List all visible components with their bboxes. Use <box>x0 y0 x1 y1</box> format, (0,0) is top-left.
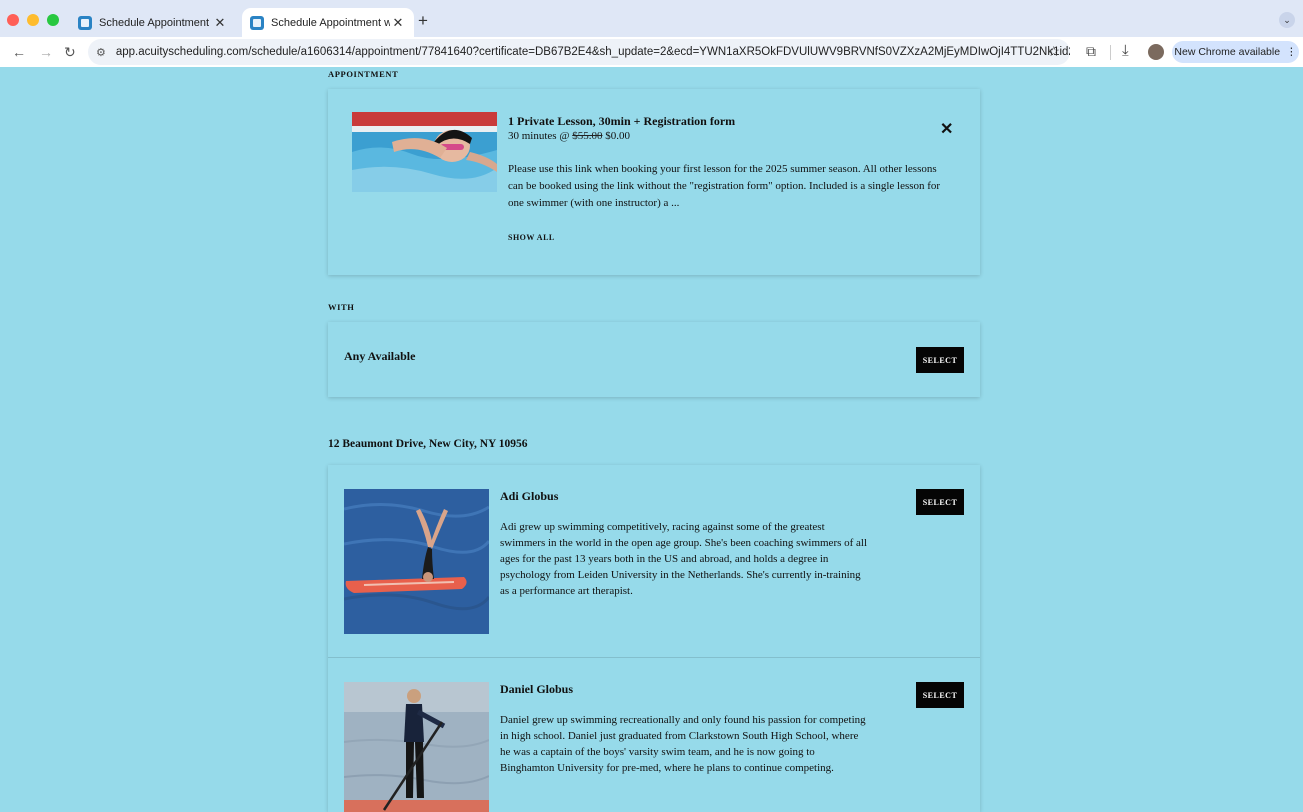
tab-search-chevron-icon[interactable]: ⌄ <box>1279 12 1295 28</box>
staff-list-card: Adi Globus Adi grew up swimming competit… <box>328 465 980 812</box>
select-adi-globus-button[interactable]: SELECT <box>916 489 964 515</box>
price: $0.00 <box>605 130 630 142</box>
acuity-favicon-icon <box>250 15 264 30</box>
acuity-favicon-icon <box>78 15 92 30</box>
reload-icon[interactable]: ↻ <box>64 43 76 61</box>
show-all-link[interactable]: SHOW ALL <box>508 233 555 242</box>
maximize-window-button[interactable] <box>47 14 59 26</box>
select-any-available-button[interactable]: SELECT <box>916 347 964 373</box>
address-bar[interactable]: ⚙ app.acuityscheduling.com/schedule/a160… <box>88 39 1070 65</box>
appointment-description: Please use this link when booking your f… <box>508 163 941 209</box>
close-window-button[interactable] <box>7 14 19 26</box>
close-tab-icon[interactable]: ✕ <box>390 15 406 31</box>
location-heading: 12 Beaumont Drive, New City, NY 10956 <box>328 438 528 450</box>
any-available-card[interactable]: Any Available SELECT <box>328 322 980 397</box>
with-section-label: WITH <box>328 302 355 312</box>
appointment-duration: 30 minutes @ $55.00 $0.00 <box>508 130 630 142</box>
duration-text: 30 minutes @ <box>508 130 570 142</box>
daniel-globus-photo <box>344 682 489 812</box>
browser-tab-bar: Schedule Appointment with S ✕ Schedule A… <box>0 0 1303 37</box>
site-info-icon[interactable]: ⚙ <box>96 46 106 59</box>
browser-tab-2[interactable]: Schedule Appointment with S ✕ <box>242 8 414 37</box>
swimmer-photo <box>352 112 497 192</box>
extensions-puzzle-icon[interactable]: ⧉ <box>1086 43 1096 60</box>
more-menu-icon: ⋮ <box>1286 46 1297 58</box>
old-price: $55.00 <box>572 130 603 142</box>
forward-arrow-icon[interactable]: → <box>39 43 53 61</box>
select-daniel-globus-button[interactable]: SELECT <box>916 682 964 708</box>
staff-bio: Adi grew up swimming competitively, raci… <box>500 521 868 597</box>
update-label: New Chrome available <box>1174 46 1281 58</box>
appointment-title: 1 Private Lesson, 30min + Registration f… <box>508 114 736 128</box>
staff-divider <box>328 657 980 658</box>
close-tab-icon[interactable]: ✕ <box>212 15 228 31</box>
appointment-section-label: APPOINTMENT <box>328 69 399 79</box>
profile-avatar[interactable] <box>1148 44 1164 60</box>
staff-name: Adi Globus <box>500 489 559 503</box>
tab-title: Schedule Appointment with S <box>99 16 212 29</box>
staff-bio: Daniel grew up swimming recreationally a… <box>500 714 866 774</box>
browser-tab-1[interactable]: Schedule Appointment with S ✕ <box>70 8 236 37</box>
toolbar-divider <box>1110 45 1111 60</box>
url-text: app.acuityscheduling.com/schedule/a16063… <box>115 46 1070 58</box>
chrome-update-button[interactable]: New Chrome available ⋮ <box>1172 41 1299 63</box>
bookmark-star-icon[interactable]: ☆ <box>1047 43 1060 60</box>
tab-title: Schedule Appointment with S <box>271 16 390 29</box>
any-available-label: Any Available <box>344 349 416 363</box>
appointment-card: 1 Private Lesson, 30min + Registration f… <box>328 89 980 275</box>
browser-toolbar: ← → ↻ ⚙ app.acuityscheduling.com/schedul… <box>0 37 1303 67</box>
adi-globus-photo <box>344 489 489 634</box>
back-arrow-icon[interactable]: ← <box>12 43 26 61</box>
minimize-window-button[interactable] <box>27 14 39 26</box>
download-icon[interactable]: ⤓ <box>1122 42 1129 59</box>
new-tab-button[interactable]: + <box>418 11 428 31</box>
remove-appointment-close-icon[interactable]: ✕ <box>940 119 953 139</box>
staff-name: Daniel Globus <box>500 682 574 696</box>
